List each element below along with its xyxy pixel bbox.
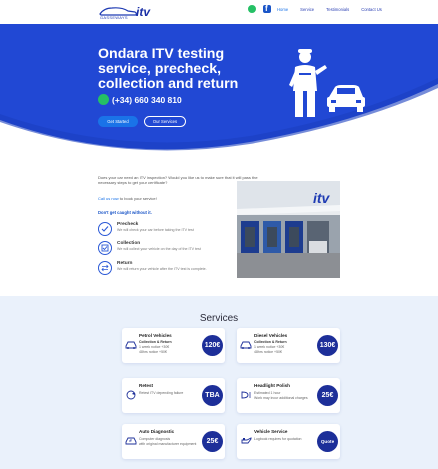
logo-brand-text: GASSEWAYS xyxy=(100,15,128,20)
feature-desc: We will return your vehicle after the IT… xyxy=(117,267,207,271)
service-line: 1 week notice +30€ xyxy=(139,345,170,349)
service-line: Estimated 1 hour xyxy=(254,391,281,395)
service-line: Retest ITV depending failure xyxy=(139,391,184,395)
feature-title: Collection xyxy=(117,241,141,246)
hero-title: Ondara ITV testing service, precheck, co… xyxy=(98,46,239,92)
nav-contact[interactable]: Contact Us xyxy=(361,7,382,12)
feature-title: Precheck xyxy=(117,222,139,227)
price-badge: Quote xyxy=(317,431,338,452)
service-line: 1 week notice +30€ xyxy=(254,345,285,349)
feature-title: Return xyxy=(117,261,133,266)
service-line: 48hrs notice +50€ xyxy=(139,350,167,354)
feature-collection: Collection We will collect your vehicle … xyxy=(98,241,238,259)
car-diagnostic-icon xyxy=(125,437,137,445)
page: GASSEWAYS itv Home Service Testimonials … xyxy=(0,0,438,469)
service-title: Petrol Vehicles xyxy=(139,333,172,338)
mechanic-with-car-icon xyxy=(289,49,365,117)
service-line: Computer diagnosis xyxy=(139,437,171,441)
logo-itv-text: itv xyxy=(136,5,151,19)
price-badge: 130€ xyxy=(317,335,338,356)
feature-desc: We will check your car before taking the… xyxy=(117,228,194,232)
service-title: Retest xyxy=(139,383,154,388)
call-line: Call us now to book your service! xyxy=(98,196,157,201)
feature-return: Return We will return your vehicle after… xyxy=(98,261,238,279)
nav-service[interactable]: Service xyxy=(300,7,314,12)
main-nav: Home Service Testimonials Contact Us xyxy=(277,7,394,12)
feature-precheck: Precheck We will check your car before t… xyxy=(98,222,238,240)
whatsapp-phone-icon xyxy=(98,94,109,105)
call-line-rest: to book your service! xyxy=(118,196,157,201)
service-title: Headlight Polish xyxy=(254,383,290,388)
checkbox-icon xyxy=(98,241,112,255)
phone-number[interactable]: (+34) 660 340 810 xyxy=(112,95,182,105)
price-badge: 25€ xyxy=(202,431,223,452)
nav-testimonials[interactable]: Testimonials xyxy=(326,7,349,12)
facebook-icon[interactable] xyxy=(263,4,271,13)
car-icon xyxy=(125,341,137,349)
price-badge: 25€ xyxy=(317,385,338,406)
swap-arrows-icon xyxy=(98,261,112,275)
service-line: Work may incur additional charges xyxy=(254,396,308,400)
service-line: Collection & Return xyxy=(254,340,287,344)
caught-tagline: Don't get caught without it. xyxy=(98,210,152,215)
service-line: with original manufacturer equipment xyxy=(139,442,197,446)
services-title: Services xyxy=(199,313,239,324)
our-services-button[interactable]: Our Services xyxy=(144,116,186,127)
price-badge: 120€ xyxy=(202,335,223,356)
service-card-petrol[interactable]: Petrol Vehicles Collection & Return 1 we… xyxy=(122,328,225,363)
whatsapp-icon[interactable] xyxy=(248,5,256,13)
svg-text:itv: itv xyxy=(313,190,331,206)
service-title: Auto Diagnostic xyxy=(139,429,175,434)
refresh-icon xyxy=(126,390,136,400)
price-badge: TBA xyxy=(202,385,223,406)
car-icon xyxy=(240,341,252,349)
itv-station-photo: itv xyxy=(237,181,340,278)
service-title: Vehicle Service xyxy=(254,429,288,434)
itv-building-image: itv xyxy=(237,181,340,278)
services-section: Services Petrol Vehicles Collection & Re… xyxy=(0,296,438,469)
service-title: Diesel Vehicles xyxy=(254,333,288,338)
top-navigation-bar: GASSEWAYS itv Home Service Testimonials … xyxy=(0,0,438,24)
service-card-diagnostic[interactable]: Auto Diagnostic Computer diagnosis with … xyxy=(122,424,225,459)
oil-can-icon xyxy=(241,437,252,444)
hero-section: Ondara ITV testing service, precheck, co… xyxy=(0,24,438,160)
site-logo[interactable]: GASSEWAYS itv xyxy=(98,5,156,20)
nav-home[interactable]: Home xyxy=(277,7,288,12)
call-us-link[interactable]: Call us now xyxy=(98,196,119,201)
service-line: Logbook requires for quotation xyxy=(254,437,302,441)
service-card-retest[interactable]: Retest Retest ITV depending failure TBA xyxy=(122,378,225,413)
get-started-button[interactable]: Get Started xyxy=(98,116,138,127)
service-card-diesel[interactable]: Diesel Vehicles Collection & Return 1 we… xyxy=(237,328,340,363)
hero-wave-shape xyxy=(0,24,438,160)
service-card-vehicle-service[interactable]: Vehicle Service Logbook requires for quo… xyxy=(237,424,340,459)
check-icon xyxy=(98,222,112,236)
headlight-icon xyxy=(241,391,251,399)
service-line: Collection & Return xyxy=(139,340,172,344)
service-line: 48hrs notice +50€ xyxy=(254,350,282,354)
feature-desc: We will collect your vehicle on the day … xyxy=(117,247,201,251)
service-card-headlight[interactable]: Headlight Polish Estimated 1 hour Work m… xyxy=(237,378,340,413)
